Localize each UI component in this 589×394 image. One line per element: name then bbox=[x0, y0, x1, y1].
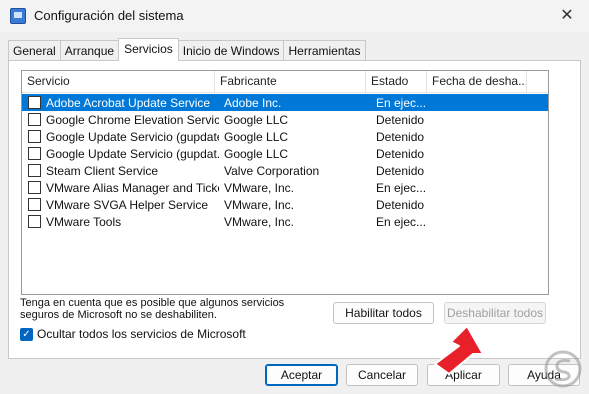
note-line-2: seguros de Microsoft no se deshabiliten. bbox=[20, 309, 217, 321]
table-row[interactable]: Steam Client Service Valve Corporation D… bbox=[22, 162, 548, 179]
cancel-button[interactable]: Cancelar bbox=[346, 364, 418, 386]
service-status: Detenido bbox=[376, 163, 425, 178]
service-manufacturer: Adobe Inc. bbox=[224, 95, 282, 110]
service-name: Steam Client Service bbox=[46, 163, 159, 178]
hide-microsoft-services-option[interactable]: ✓ Ocultar todos los servicios de Microso… bbox=[20, 327, 246, 341]
close-icon[interactable]: ✕ bbox=[551, 2, 583, 30]
service-name: Google Update Servicio (gupdat... bbox=[46, 146, 219, 161]
title-bar: Configuración del sistema ✕ bbox=[0, 0, 589, 32]
column-header-servicio[interactable]: Servicio bbox=[22, 71, 215, 93]
solvetic-watermark-logo bbox=[544, 350, 582, 388]
window-title: Configuración del sistema bbox=[34, 8, 184, 23]
service-status: Detenido bbox=[376, 129, 425, 144]
service-status: En ejec... bbox=[376, 214, 427, 229]
service-manufacturer: Valve Corporation bbox=[224, 163, 320, 178]
ok-button[interactable]: Aceptar bbox=[265, 364, 338, 386]
note-line-1: Tenga en cuenta que es posible que algun… bbox=[20, 297, 285, 309]
microsoft-services-note: Tenga en cuenta que es posible que algun… bbox=[20, 297, 320, 321]
service-checkbox[interactable] bbox=[28, 113, 41, 126]
tab-strip: General Arranque Servicios Inicio de Win… bbox=[8, 38, 366, 61]
service-manufacturer: Google LLC bbox=[224, 129, 289, 144]
service-status: En ejec... bbox=[376, 95, 427, 110]
service-status: Detenido bbox=[376, 112, 425, 127]
service-checkbox[interactable] bbox=[28, 198, 41, 211]
tab-inicio-de-windows[interactable]: Inicio de Windows bbox=[177, 40, 285, 61]
hide-microsoft-services-checkbox[interactable]: ✓ bbox=[20, 327, 33, 341]
column-header-fecha-deshabilitacion[interactable]: Fecha de desha... bbox=[427, 71, 527, 93]
service-name: Google Chrome Elevation Servic... bbox=[46, 112, 219, 127]
table-row[interactable]: Google Update Servicio (gupdat... Google… bbox=[22, 145, 548, 162]
service-checkbox[interactable] bbox=[28, 130, 41, 143]
tab-arranque[interactable]: Arranque bbox=[59, 40, 120, 61]
service-checkbox[interactable] bbox=[28, 96, 41, 109]
table-row[interactable]: Google Chrome Elevation Servic... Google… bbox=[22, 111, 548, 128]
service-checkbox[interactable] bbox=[28, 147, 41, 160]
service-name: Google Update Servicio (gupdate) bbox=[46, 129, 219, 144]
service-status: Detenido bbox=[376, 146, 425, 161]
table-row[interactable]: Google Update Servicio (gupdate) Google … bbox=[22, 128, 548, 145]
system-config-app-icon bbox=[10, 8, 26, 24]
enable-all-button[interactable]: Habilitar todos bbox=[333, 302, 434, 324]
tab-general[interactable]: General bbox=[8, 40, 61, 61]
service-manufacturer: Google LLC bbox=[224, 112, 289, 127]
service-name: Adobe Acrobat Update Service bbox=[44, 95, 219, 110]
tab-servicios[interactable]: Servicios bbox=[118, 38, 179, 61]
table-row[interactable]: Adobe Acrobat Update Service Adobe Inc. … bbox=[22, 94, 548, 111]
service-status: En ejec... bbox=[376, 180, 427, 195]
column-header-estado[interactable]: Estado bbox=[366, 71, 427, 93]
service-manufacturer: VMware, Inc. bbox=[224, 214, 295, 229]
service-manufacturer: VMware, Inc. bbox=[224, 180, 295, 195]
service-checkbox[interactable] bbox=[28, 215, 41, 228]
service-status: Detenido bbox=[376, 197, 425, 212]
service-name: VMware SVGA Helper Service bbox=[46, 197, 209, 212]
service-checkbox[interactable] bbox=[28, 181, 41, 194]
services-list-body: Adobe Acrobat Update Service Adobe Inc. … bbox=[22, 94, 548, 230]
services-list[interactable]: Servicio Fabricante Estado Fecha de desh… bbox=[21, 70, 549, 295]
column-header-fabricante[interactable]: Fabricante bbox=[215, 71, 366, 93]
table-row[interactable]: VMware Tools VMware, Inc. En ejec... bbox=[22, 213, 548, 230]
red-arrow-annotation bbox=[434, 325, 484, 375]
service-manufacturer: VMware, Inc. bbox=[224, 197, 295, 212]
table-row[interactable]: VMware SVGA Helper Service VMware, Inc. … bbox=[22, 196, 548, 213]
service-checkbox[interactable] bbox=[28, 164, 41, 177]
service-name: VMware Alias Manager and Ticke... bbox=[46, 180, 219, 195]
service-name: VMware Tools bbox=[46, 214, 122, 229]
service-manufacturer: Google LLC bbox=[224, 146, 289, 161]
hide-microsoft-services-label[interactable]: Ocultar todos los servicios de Microsoft bbox=[37, 327, 246, 341]
disable-all-button[interactable]: Deshabilitar todos bbox=[444, 302, 546, 324]
table-row[interactable]: VMware Alias Manager and Ticke... VMware… bbox=[22, 179, 548, 196]
tab-herramientas[interactable]: Herramientas bbox=[283, 40, 366, 61]
services-list-header: Servicio Fabricante Estado Fecha de desh… bbox=[22, 71, 548, 93]
